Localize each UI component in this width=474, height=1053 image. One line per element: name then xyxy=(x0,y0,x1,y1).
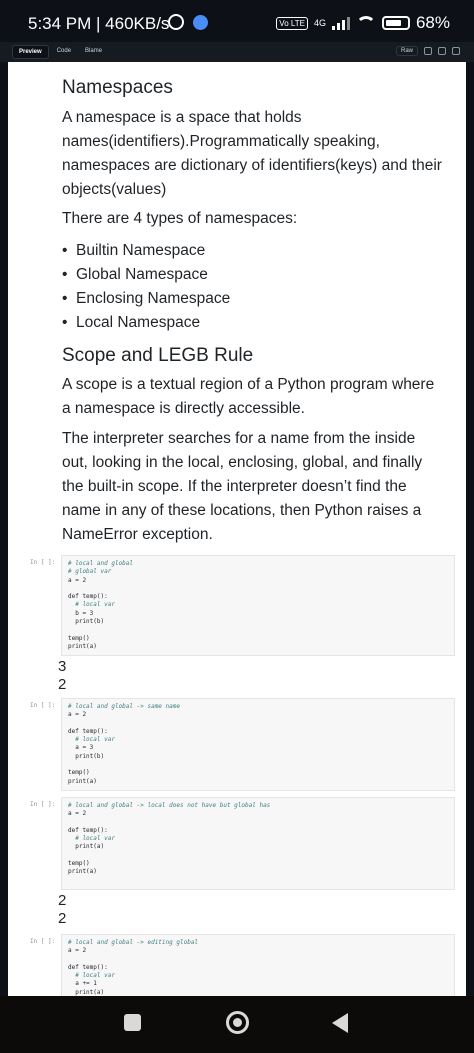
battery-percent: 68% xyxy=(415,13,450,32)
code-input[interactable]: # local and global # global var a = 2 de… xyxy=(61,555,455,656)
recents-button[interactable] xyxy=(124,1014,141,1031)
code-input[interactable]: # local and global -> same name a = 2 de… xyxy=(61,698,455,791)
wifi-icon xyxy=(355,16,376,30)
code-input[interactable]: # local and global -> local does not hav… xyxy=(61,797,455,890)
cell-output-3: 2 2 xyxy=(58,892,66,928)
notebook-preview[interactable]: Namespaces A namespace is a space that h… xyxy=(8,62,466,996)
tab-blame[interactable]: Blame xyxy=(79,45,108,59)
alarm-icon xyxy=(168,14,184,30)
output-line: 3 xyxy=(58,658,67,675)
list-item: Global Namespace xyxy=(62,263,442,287)
edit-pencil-icon[interactable] xyxy=(452,47,460,55)
code-input[interactable]: # local and global -> editing global a =… xyxy=(61,934,455,996)
battery-icon xyxy=(381,16,410,30)
download-icon[interactable] xyxy=(438,47,446,55)
back-button[interactable] xyxy=(332,1013,348,1033)
heading-namespaces: Namespaces xyxy=(62,77,173,98)
output-line: 2 xyxy=(58,910,67,927)
paragraph-namespace-definition: A namespace is a space that holds names(… xyxy=(62,109,442,198)
list-item: Enclosing Namespace xyxy=(62,287,442,311)
file-view-toolbar: Preview Code Blame Raw xyxy=(0,42,474,62)
app-notification-icon xyxy=(193,15,208,30)
cell-output-1: 3 2 xyxy=(58,658,66,694)
namespace-types-list: Builtin Namespace Global Namespace Enclo… xyxy=(62,239,442,335)
cell-prompt: In [ ]: xyxy=(30,702,56,709)
volte-icon: Vo LTE xyxy=(276,16,308,30)
system-nav-bar xyxy=(0,996,474,1053)
copy-icon[interactable] xyxy=(424,47,432,55)
cell-prompt: In [ ]: xyxy=(30,938,56,945)
signal-icon xyxy=(331,16,350,30)
cell-prompt: In [ ]: xyxy=(30,801,56,808)
output-line: 2 xyxy=(58,892,67,909)
paragraph-legb-rule: The interpreter searches for a name from… xyxy=(62,430,423,543)
paragraph-namespace-count: There are 4 types of namespaces: xyxy=(62,210,298,227)
tab-preview[interactable]: Preview xyxy=(12,45,49,59)
paragraph-scope-definition: A scope is a textual region of a Python … xyxy=(62,376,435,417)
status-bar: 5:34 PM | 460KB/s Vo LTE 4G 68% xyxy=(0,0,474,42)
home-button[interactable] xyxy=(226,1011,249,1034)
heading-scope-legb: Scope and LEGB Rule xyxy=(62,345,254,366)
raw-button[interactable]: Raw xyxy=(395,46,418,56)
status-right: Vo LTE 4G 68% xyxy=(276,13,450,33)
tab-code[interactable]: Code xyxy=(51,45,77,59)
view-tabs: Preview Code Blame xyxy=(12,45,108,59)
list-item: Builtin Namespace xyxy=(62,239,442,263)
cell-prompt: In [ ]: xyxy=(30,559,56,566)
output-line: 2 xyxy=(58,676,67,693)
list-item: Local Namespace xyxy=(62,311,442,335)
network-type: 4G xyxy=(313,17,326,28)
file-tools: Raw xyxy=(395,46,460,56)
status-time: 5:34 PM | 460KB/s xyxy=(28,14,170,33)
